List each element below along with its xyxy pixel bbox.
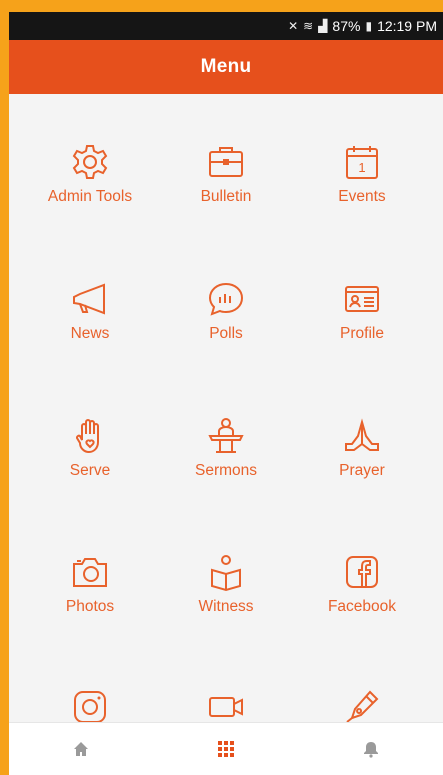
- home-icon: [74, 742, 89, 756]
- menu-item-label: Admin Tools: [47, 188, 133, 205]
- bottom-nav: [9, 722, 443, 775]
- calendar-icon: 1: [346, 146, 378, 179]
- battery-icon: ▮: [365, 19, 373, 33]
- menu-item-prayer[interactable]: Prayer: [297, 416, 427, 526]
- menu-item-events[interactable]: 1 Events: [297, 142, 427, 252]
- menu-item-label: Profile: [340, 325, 384, 342]
- menu-item-label: Events: [338, 188, 386, 205]
- hand-heart-icon: [76, 419, 99, 454]
- menu-item-label: News: [70, 325, 110, 342]
- megaphone-icon: [73, 283, 105, 315]
- instagram-icon: [74, 691, 106, 723]
- nav-home[interactable]: [51, 729, 111, 769]
- menu-item-label: Prayer: [339, 462, 385, 479]
- pulpit-icon: [208, 418, 244, 453]
- mute-icon: ✕: [288, 19, 299, 33]
- status-bar: ✕ ≋ ▟ 87% ▮ 12:19 PM: [9, 12, 443, 40]
- menu-item-label: Witness: [198, 598, 254, 615]
- id-card-icon: [345, 286, 379, 312]
- menu-item-polls[interactable]: Polls: [161, 279, 291, 389]
- battery-percent: 87%: [332, 18, 361, 34]
- reading-person-icon: [211, 555, 241, 592]
- menu-item-photos[interactable]: Photos: [25, 552, 155, 662]
- grid-icon: [217, 741, 234, 757]
- poll-bubble-icon: [208, 282, 244, 316]
- pen-nib-icon: [346, 690, 379, 723]
- phone-screen: ✕ ≋ ▟ 87% ▮ 12:19 PM Menu Admin Tools Bu…: [9, 12, 443, 775]
- video-camera-icon: [209, 697, 243, 717]
- menu-item-label: Bulletin: [200, 188, 252, 205]
- menu-item-witness[interactable]: Witness: [161, 552, 291, 662]
- facebook-icon: [346, 556, 378, 588]
- menu-item-label: Polls: [209, 325, 243, 342]
- page-title: Menu: [200, 56, 252, 77]
- menu-item-bulletin[interactable]: Bulletin: [161, 142, 291, 252]
- calendar-day: 1: [358, 160, 365, 175]
- menu-item-sermons[interactable]: Sermons: [161, 416, 291, 526]
- app-header: Menu: [9, 40, 443, 94]
- menu-item-facebook[interactable]: Facebook: [297, 552, 427, 662]
- clock: 12:19 PM: [377, 18, 437, 34]
- menu-item-label: Photos: [65, 598, 115, 615]
- wifi-icon: ≋: [303, 19, 314, 33]
- briefcase-icon: [209, 147, 243, 177]
- signal-icon: ▟: [318, 19, 328, 33]
- menu-item-label: Sermons: [194, 462, 258, 479]
- menu-item-label: Facebook: [327, 598, 397, 615]
- bell-icon: [363, 742, 378, 758]
- praying-hands-icon: [345, 418, 379, 451]
- menu-item-label: Serve: [69, 462, 111, 479]
- nav-menu[interactable]: [196, 729, 256, 769]
- menu-item-news[interactable]: News: [25, 279, 155, 389]
- menu-item-profile[interactable]: Profile: [297, 279, 427, 389]
- nav-notifications[interactable]: [341, 729, 401, 769]
- camera-icon: [73, 558, 107, 587]
- menu-item-admin-tools[interactable]: Admin Tools: [25, 142, 155, 252]
- gear-icon: [72, 145, 108, 179]
- menu-item-serve[interactable]: Serve: [25, 416, 155, 526]
